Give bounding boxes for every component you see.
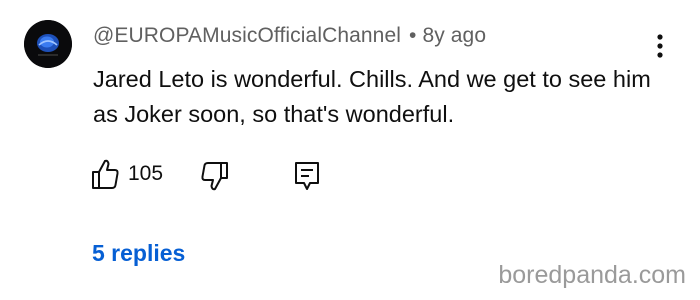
meta-separator: • [409,24,417,47]
comment-item: @EUROPAMusicOfficialChannel • 8y ago Jared… [0,0,700,300]
comment-icon [295,162,319,190]
thumbs-up-icon [92,159,119,189]
thumbs-down-icon [201,162,228,191]
channel-logo-icon [24,20,72,68]
comment-timestamp[interactable]: 8y ago [422,24,486,47]
dislike-button[interactable] [200,160,230,192]
more-vertical-icon [657,34,663,58]
author-name[interactable]: @EUROPAMusicOfficialChannel [93,24,401,47]
comment-text: Jared Leto is wonderful. Chills. And we … [93,66,651,127]
reply-button[interactable] [292,160,322,192]
source-watermark: boredpanda.com [498,261,686,289]
comment-meta: @EUROPAMusicOfficialChannel • 8y ago [93,24,486,48]
avatar[interactable] [24,20,72,68]
view-replies-link[interactable]: 5 replies [92,240,185,267]
like-button[interactable] [90,158,120,190]
more-options-button[interactable] [652,32,668,60]
like-count: 105 [128,162,164,185]
